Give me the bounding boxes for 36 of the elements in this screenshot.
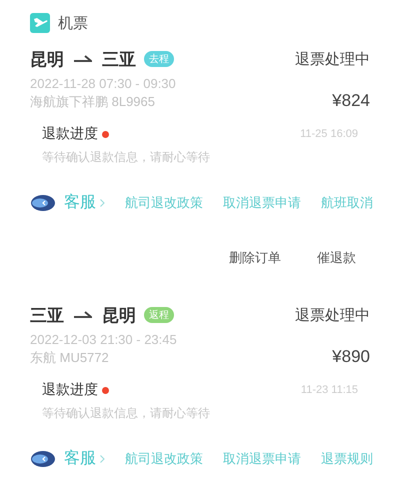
progress-note: 等待确认退款信息，请耐心等待 bbox=[42, 405, 211, 422]
arrival-city: 昆明 bbox=[102, 304, 136, 326]
flight-number: 东航 MU5772 bbox=[30, 349, 109, 367]
section-title: 机票 bbox=[58, 14, 88, 32]
order-action-button[interactable]: 删除订单 bbox=[229, 249, 281, 267]
customer-service-link[interactable]: 客服 bbox=[64, 192, 105, 213]
flight-number: 海航旗下祥鹏 8L9965 bbox=[30, 93, 155, 111]
chevron-icon bbox=[100, 454, 105, 462]
departure-city: 三亚 bbox=[30, 304, 64, 326]
robot-head-icon bbox=[30, 450, 56, 468]
policy-link[interactable]: 取消退票申请 bbox=[223, 450, 301, 468]
trip-tag: 去程 bbox=[144, 51, 174, 67]
flight-time: 2022-12-03 21:30 - 23:45 bbox=[30, 332, 178, 347]
order-status: 退票处理中 bbox=[295, 50, 370, 68]
departure-city: 昆明 bbox=[30, 48, 64, 70]
chevron-icon bbox=[100, 198, 105, 206]
policy-link[interactable]: 航司退改政策 bbox=[125, 450, 203, 468]
policy-link[interactable]: 航班取消 bbox=[321, 194, 373, 212]
policy-link[interactable]: 取消退票申请 bbox=[223, 194, 301, 212]
progress-title: 退款进度 bbox=[42, 381, 98, 399]
robot-head-icon bbox=[30, 194, 56, 212]
price: ¥824 bbox=[332, 91, 370, 111]
policy-link[interactable]: 退票规则 bbox=[321, 450, 373, 468]
progress-note: 等待确认退款信息，请耐心等待 bbox=[42, 149, 211, 166]
customer-service-link[interactable]: 客服 bbox=[64, 448, 105, 469]
arrival-city: 三亚 bbox=[102, 48, 136, 70]
policy-link[interactable]: 航司退改政策 bbox=[125, 194, 203, 212]
order-action-button[interactable]: 催退款 bbox=[317, 249, 356, 267]
flight-time: 2022-11-28 07:30 - 09:30 bbox=[30, 76, 177, 91]
airplane-icon bbox=[30, 13, 50, 33]
alert-dot bbox=[102, 386, 109, 394]
order-status: 退票处理中 bbox=[295, 306, 370, 324]
progress-title: 退款进度 bbox=[42, 125, 98, 143]
trip-tag: 返程 bbox=[144, 307, 174, 323]
alert-dot bbox=[102, 130, 109, 138]
price: ¥890 bbox=[332, 347, 370, 367]
